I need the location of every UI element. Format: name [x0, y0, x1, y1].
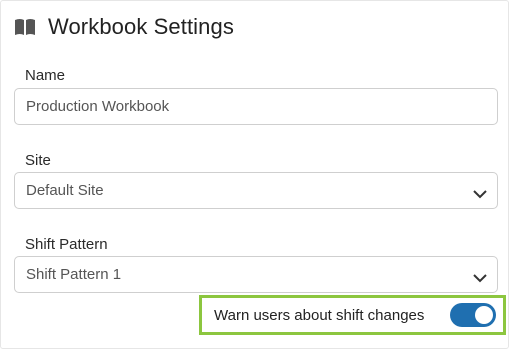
- chevron-down-icon: [473, 186, 487, 199]
- site-selected-value: Default Site: [26, 182, 104, 199]
- page-title: Workbook Settings: [48, 14, 234, 39]
- name-label: Name: [25, 67, 66, 84]
- panel-header: Workbook Settings: [14, 13, 234, 41]
- name-field[interactable]: [14, 88, 498, 125]
- toggle-knob: [475, 306, 493, 324]
- site-label: Site: [25, 152, 51, 169]
- name-input[interactable]: [26, 98, 466, 115]
- warn-shift-changes-toggle[interactable]: [450, 303, 496, 327]
- warn-shift-changes-label: Warn users about shift changes: [214, 306, 425, 324]
- warn-shift-changes-row: Warn users about shift changes: [199, 295, 506, 335]
- book-icon: [14, 18, 36, 36]
- site-select[interactable]: Default Site: [14, 172, 498, 209]
- workbook-settings-panel: Workbook Settings Name Site Default Site…: [0, 0, 509, 349]
- chevron-down-icon: [473, 270, 487, 283]
- shift-pattern-select[interactable]: Shift Pattern 1: [14, 256, 498, 293]
- shift-pattern-label: Shift Pattern: [25, 236, 108, 253]
- shift-pattern-selected-value: Shift Pattern 1: [26, 266, 122, 283]
